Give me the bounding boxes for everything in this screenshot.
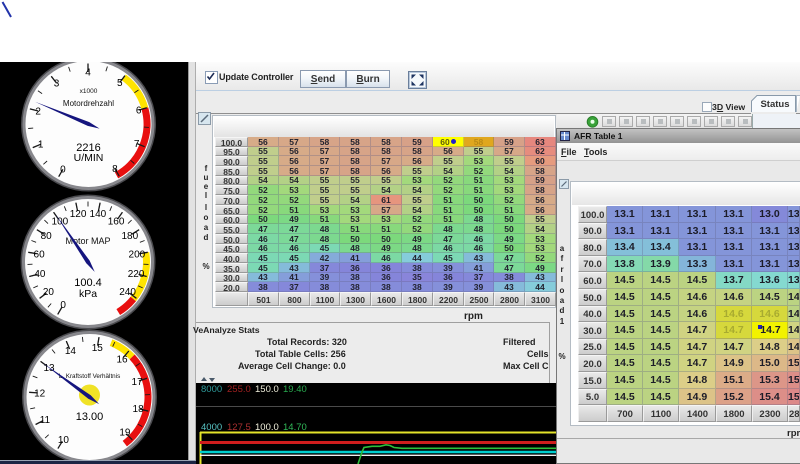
svg-text:kPa: kPa [79,288,97,300]
svg-text:40: 40 [34,269,46,280]
svg-text:200: 200 [129,249,146,260]
svg-text:L. Kraftstoff Verhältnis: L. Kraftstoff Verhältnis [59,373,121,380]
svg-text:60: 60 [34,249,46,260]
svg-text:6: 6 [136,105,142,116]
svg-text:1: 1 [38,140,44,151]
svg-text:13: 13 [43,363,55,374]
svg-text:4: 4 [85,67,91,78]
svg-text:18: 18 [133,404,145,415]
svg-text:16: 16 [116,354,128,365]
svg-text:2: 2 [35,106,41,117]
svg-text:8: 8 [112,164,118,175]
svg-text:0: 0 [60,165,66,176]
svg-text:140: 140 [90,209,107,220]
svg-text:17: 17 [132,377,144,388]
svg-text:80: 80 [41,231,53,242]
svg-text:120: 120 [70,209,87,220]
svg-text:12: 12 [34,388,46,399]
svg-text:15: 15 [92,343,104,354]
svg-text:Motordrehzahl: Motordrehzahl [63,99,114,108]
svg-text:240: 240 [119,287,136,298]
svg-text:11: 11 [40,415,51,426]
svg-text:3: 3 [54,78,60,89]
svg-text:160: 160 [108,217,125,228]
svg-text:14: 14 [65,346,77,357]
svg-text:10: 10 [58,435,70,446]
svg-text:0: 0 [60,300,66,311]
svg-text:100: 100 [52,217,69,228]
svg-text:220: 220 [128,269,145,280]
svg-text:19: 19 [119,428,131,439]
svg-text:x1000: x1000 [80,88,98,95]
svg-text:U/MIN: U/MIN [74,152,104,164]
svg-text:20: 20 [43,287,55,298]
svg-text:13.00: 13.00 [76,411,104,423]
svg-text:7: 7 [134,139,140,150]
svg-text:5: 5 [117,78,123,89]
svg-text:180: 180 [121,231,138,242]
